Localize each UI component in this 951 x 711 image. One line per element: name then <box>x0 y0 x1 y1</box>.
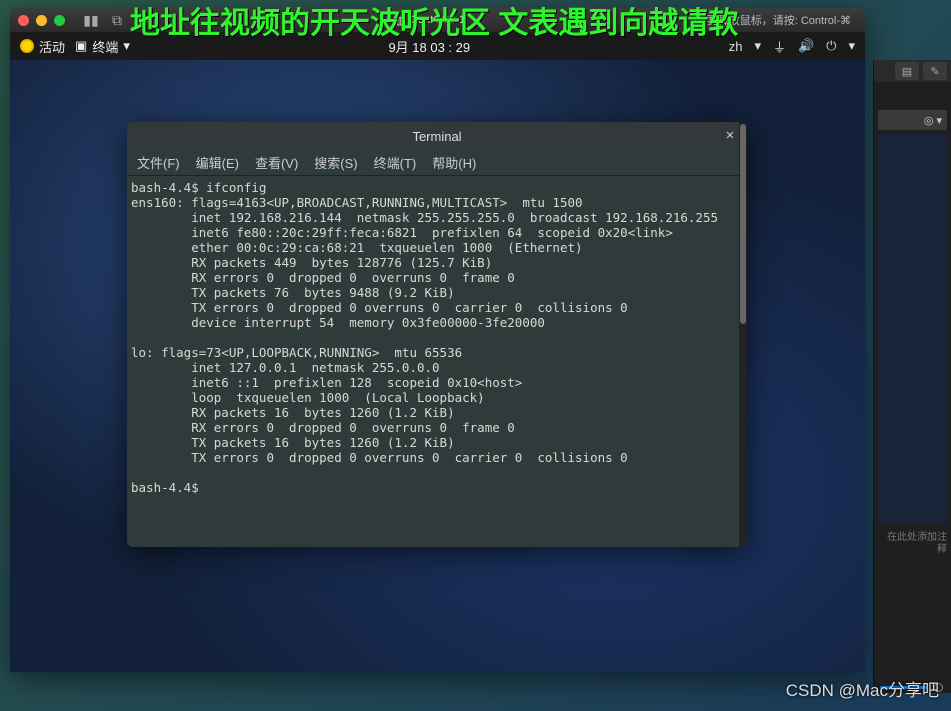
panel-select-label: ◎ ▾ <box>924 114 942 127</box>
menu-edit[interactable]: 编辑(E) <box>196 153 239 172</box>
app-menu-label: 终端 <box>92 37 118 56</box>
panel-thumbnail[interactable] <box>878 134 947 524</box>
panel-tool-2[interactable]: ✎ <box>923 62 947 80</box>
close-button[interactable]: × <box>721 127 739 145</box>
traffic-lights <box>18 15 65 26</box>
input-lang[interactable]: zh <box>729 39 743 54</box>
disk-icon: ▥ <box>395 14 405 27</box>
settings-icon[interactable]: ⚙ <box>133 12 153 28</box>
vm-title-text: CentOS8-1 <box>410 14 465 26</box>
terminal-titlebar[interactable]: Terminal × <box>127 122 747 150</box>
snapshot-icon[interactable]: ⧉ <box>107 12 127 28</box>
terminal-window: Terminal × 文件(F) 编辑(E) 查看(V) 搜索(S) 终端(T)… <box>127 122 747 547</box>
menu-help[interactable]: 帮助(H) <box>432 153 476 172</box>
panel-tool-1[interactable]: ▤ <box>895 62 919 80</box>
app-menu[interactable]: ▣ 终端 ▾ <box>75 37 130 56</box>
menu-terminal[interactable]: 终端(T) <box>374 153 417 172</box>
activities-label: 活动 <box>39 37 65 56</box>
scrollbar-thumb[interactable] <box>740 124 746 324</box>
vm-window: ▮▮ ⧉ ⚙ ▥ CentOS8-1 要释放鼠标，请按: Control-⌘ 活… <box>10 8 865 672</box>
menu-view[interactable]: 查看(V) <box>255 153 298 172</box>
chevron-down-icon: ▾ <box>123 38 130 54</box>
panel-select[interactable]: ◎ ▾ <box>878 110 947 130</box>
terminal-output[interactable]: bash-4.4$ ifconfig ens160: flags=4163<UP… <box>127 176 747 547</box>
terminal-app-icon: ▣ <box>75 38 87 54</box>
close-icon[interactable] <box>18 15 29 26</box>
volume-icon[interactable]: 🔊 <box>798 38 814 54</box>
network-icon[interactable]: ⏚ <box>773 37 786 56</box>
panel-comment-hint[interactable]: 在此处添加注释 <box>874 528 951 560</box>
mac-titlebar: ▮▮ ⧉ ⚙ ▥ CentOS8-1 要释放鼠标，请按: Control-⌘ <box>10 8 865 32</box>
activities-button[interactable]: 活动 <box>20 37 65 56</box>
menu-file[interactable]: 文件(F) <box>137 153 180 172</box>
progress-indicator <box>934 683 943 692</box>
vm-title: ▥ CentOS8-1 <box>395 14 465 27</box>
minimize-icon[interactable] <box>36 15 47 26</box>
power-icon[interactable]: ⏻ <box>826 38 836 54</box>
chevron-down-icon: ▾ <box>848 38 855 54</box>
gnome-topbar: 活动 ▣ 终端 ▾ 9月 18 03 : 29 zh ▾ ⏚ 🔊 ⏻ ▾ <box>10 32 865 60</box>
chevron-down-icon: ▾ <box>754 38 761 54</box>
release-hint: 要释放鼠标，请按: Control-⌘ <box>707 12 857 28</box>
progress-bar[interactable] <box>880 686 927 689</box>
terminal-title: Terminal <box>412 129 461 144</box>
host-side-panel: ▤ ✎ ◎ ▾ 在此处添加注释 <box>873 60 951 693</box>
pause-icon[interactable]: ▮▮ <box>81 12 101 28</box>
clock[interactable]: 9月 18 03 : 29 <box>142 37 717 56</box>
menu-search[interactable]: 搜索(S) <box>314 153 357 172</box>
terminal-menubar: 文件(F) 编辑(E) 查看(V) 搜索(S) 终端(T) 帮助(H) <box>127 150 747 176</box>
zoom-icon[interactable] <box>54 15 65 26</box>
panel-toolbar: ▤ ✎ <box>874 60 951 82</box>
activities-icon <box>20 39 34 53</box>
terminal-scrollbar[interactable] <box>739 122 747 547</box>
close-icon: × <box>726 127 735 144</box>
